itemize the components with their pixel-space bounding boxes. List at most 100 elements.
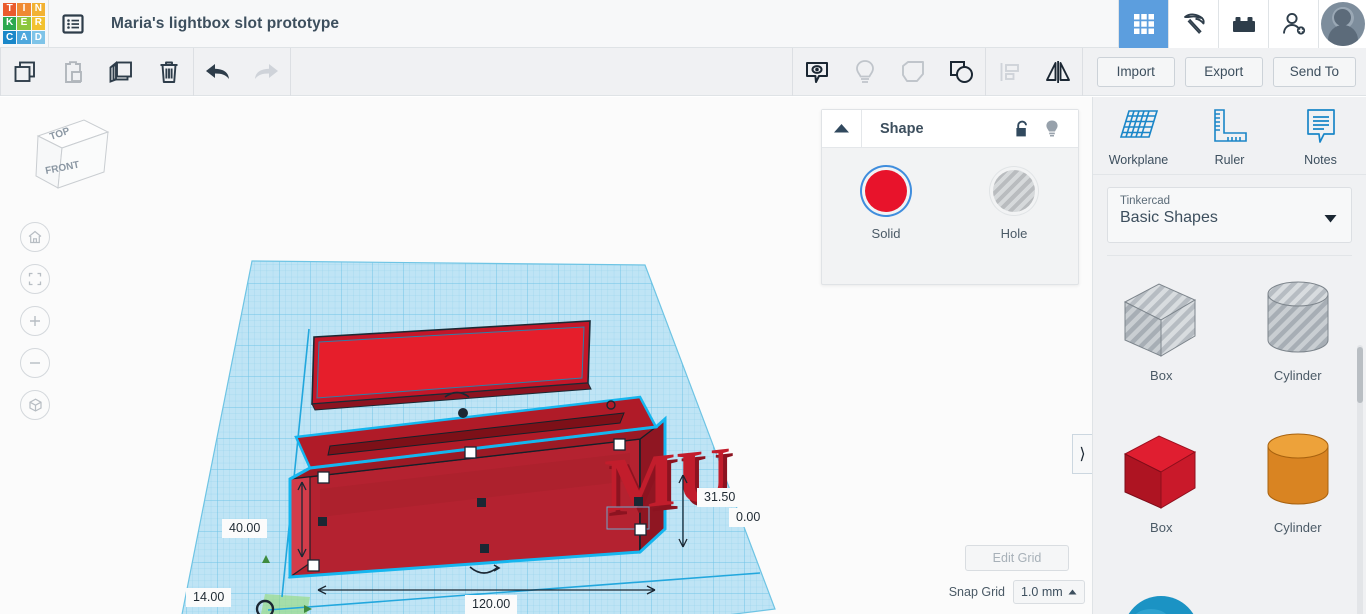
- list-menu-icon[interactable]: [49, 0, 97, 48]
- cylinder-solid-thumbnail: [1267, 433, 1329, 505]
- avatar-image: [1320, 1, 1365, 46]
- tinkercad-logo[interactable]: TINKERCAD: [0, 0, 48, 48]
- toolbar-actions: Import Export Send To: [1096, 56, 1366, 87]
- shape-sphere-blue[interactable]: [1093, 570, 1230, 614]
- app-header: TINKERCAD Maria's lightbox slot prototyp…: [0, 0, 1366, 48]
- logo-tile-n: N: [31, 2, 45, 16]
- header-right-actions: [1118, 0, 1366, 48]
- solid-color-swatch[interactable]: [865, 170, 907, 212]
- lego-brick-icon[interactable]: [1218, 0, 1268, 48]
- main-toolbar: Import Export Send To: [0, 47, 1366, 96]
- viewport-nav-buttons: [20, 222, 50, 432]
- page-title[interactable]: Maria's lightbox slot prototype: [111, 15, 339, 33]
- gallery-grid-icon[interactable]: [1118, 0, 1168, 48]
- box-solid-thumbnail: [1124, 435, 1197, 509]
- edit-grid-button[interactable]: Edit Grid: [965, 545, 1069, 571]
- ortho-perspective-button[interactable]: [20, 390, 50, 420]
- text-solid-thumbnail: [1254, 582, 1342, 614]
- zoom-in-button[interactable]: [20, 306, 50, 336]
- shape-box-hole[interactable]: Box: [1093, 266, 1230, 418]
- fit-view-button[interactable]: [20, 264, 50, 294]
- align-button[interactable]: [986, 48, 1034, 96]
- plus-icon: [30, 316, 40, 326]
- sphere-solid-thumbnail: [1128, 596, 1194, 614]
- solid-option-label: Solid: [871, 226, 901, 241]
- undo-button[interactable]: [194, 48, 242, 96]
- shape-label: Box: [1150, 520, 1173, 535]
- ungroup-button[interactable]: [889, 48, 937, 96]
- shapes-grid[interactable]: Box Cylinder Box Cylinder: [1093, 266, 1366, 614]
- hole-option[interactable]: Hole: [950, 170, 1078, 241]
- logo-tile-k: K: [3, 16, 17, 31]
- chevron-down-icon[interactable]: [1324, 210, 1337, 228]
- cube-view-icon: [28, 398, 42, 412]
- box-hole-thumbnail: [1124, 283, 1197, 357]
- zoom-out-button[interactable]: [20, 348, 50, 378]
- shapes-sidebar: Workplane Ruler Notes Tinkercad Basic Sh…: [1092, 97, 1366, 614]
- z-offset-dimension[interactable]: 14.00: [186, 588, 232, 607]
- height-dimension[interactable]: 31.50: [697, 488, 743, 507]
- pickaxe-icon[interactable]: [1168, 0, 1218, 48]
- base-height-dimension[interactable]: 0.00: [729, 508, 768, 527]
- avatar[interactable]: [1318, 0, 1366, 48]
- notes-tool[interactable]: Notes: [1275, 107, 1366, 167]
- hole-option-label: Hole: [1000, 226, 1028, 241]
- redo-button[interactable]: [242, 48, 290, 96]
- shape-cylinder-hole[interactable]: Cylinder: [1230, 266, 1366, 418]
- caret-up-icon: [1068, 589, 1077, 595]
- home-view-button[interactable]: [20, 222, 50, 252]
- shape-library-dropdown[interactable]: Tinkercad Basic Shapes: [1107, 187, 1352, 243]
- note-button[interactable]: [793, 48, 841, 96]
- unlock-icon[interactable]: [1014, 120, 1030, 138]
- logo-tile-a: A: [17, 31, 31, 45]
- width-dimension[interactable]: 120.00: [465, 595, 518, 614]
- hole-swatch[interactable]: [993, 170, 1035, 212]
- send-to-button[interactable]: Send To: [1272, 56, 1356, 87]
- logo-tile-d: D: [31, 31, 45, 45]
- paste-button[interactable]: [49, 48, 97, 96]
- shape-panel-body: Solid Hole: [822, 148, 1078, 241]
- view-cube[interactable]: TOP FRONT: [22, 114, 114, 202]
- solid-option[interactable]: Solid: [822, 170, 950, 241]
- shape-panel-icons: [1014, 119, 1078, 138]
- invite-user-icon[interactable]: [1268, 0, 1318, 48]
- duplicate-button[interactable]: [97, 48, 145, 96]
- copy-button[interactable]: [1, 48, 49, 96]
- snap-grid-select[interactable]: 1.0 mm: [1013, 580, 1085, 604]
- lightbulb-icon[interactable]: [1044, 119, 1060, 138]
- logo-tile-c: C: [3, 31, 17, 45]
- shape-label: Cylinder: [1273, 368, 1322, 383]
- notes-tool-label: Notes: [1304, 153, 1337, 167]
- ruler-tool[interactable]: Ruler: [1184, 107, 1275, 167]
- depth-dimension[interactable]: 40.00: [222, 519, 268, 538]
- shape-label: Box: [1150, 368, 1173, 383]
- home-icon: [28, 230, 42, 244]
- snap-grid-row: Snap Grid 1.0 mm: [821, 580, 1085, 604]
- library-selection-label: Basic Shapes: [1120, 209, 1218, 226]
- logo-tile-i: I: [17, 2, 31, 16]
- logo-tile-t: T: [3, 2, 17, 16]
- grid-controls: Edit Grid Snap Grid 1.0 mm: [821, 545, 1085, 604]
- light-button[interactable]: [841, 48, 889, 96]
- workplane-tool-label: Workplane: [1108, 153, 1169, 167]
- workplane-tool[interactable]: Workplane: [1093, 107, 1184, 167]
- logo-tile-r: R: [31, 16, 45, 31]
- group-button[interactable]: [937, 48, 985, 96]
- snap-grid-label: Snap Grid: [948, 585, 1005, 599]
- library-group-label: Tinkercad: [1120, 195, 1171, 207]
- delete-button[interactable]: [145, 48, 193, 96]
- sidebar-scrollbar-thumb[interactable]: [1357, 347, 1363, 403]
- shape-text-blue[interactable]: [1230, 570, 1366, 614]
- fit-frame-icon: [28, 272, 42, 286]
- mirror-button[interactable]: [1034, 48, 1082, 96]
- shape-box-red[interactable]: Box: [1093, 418, 1230, 570]
- triangle-up-icon[interactable]: [822, 109, 862, 148]
- shape-cylinder-orange[interactable]: Cylinder: [1230, 418, 1366, 570]
- export-button[interactable]: Export: [1184, 56, 1263, 87]
- ruler-tool-label: Ruler: [1214, 153, 1245, 167]
- toolbar-separator: [1081, 47, 1083, 96]
- chevron-right-icon[interactable]: ⟩: [1072, 434, 1092, 474]
- shape-label: Cylinder: [1273, 520, 1322, 535]
- import-button[interactable]: Import: [1096, 56, 1175, 87]
